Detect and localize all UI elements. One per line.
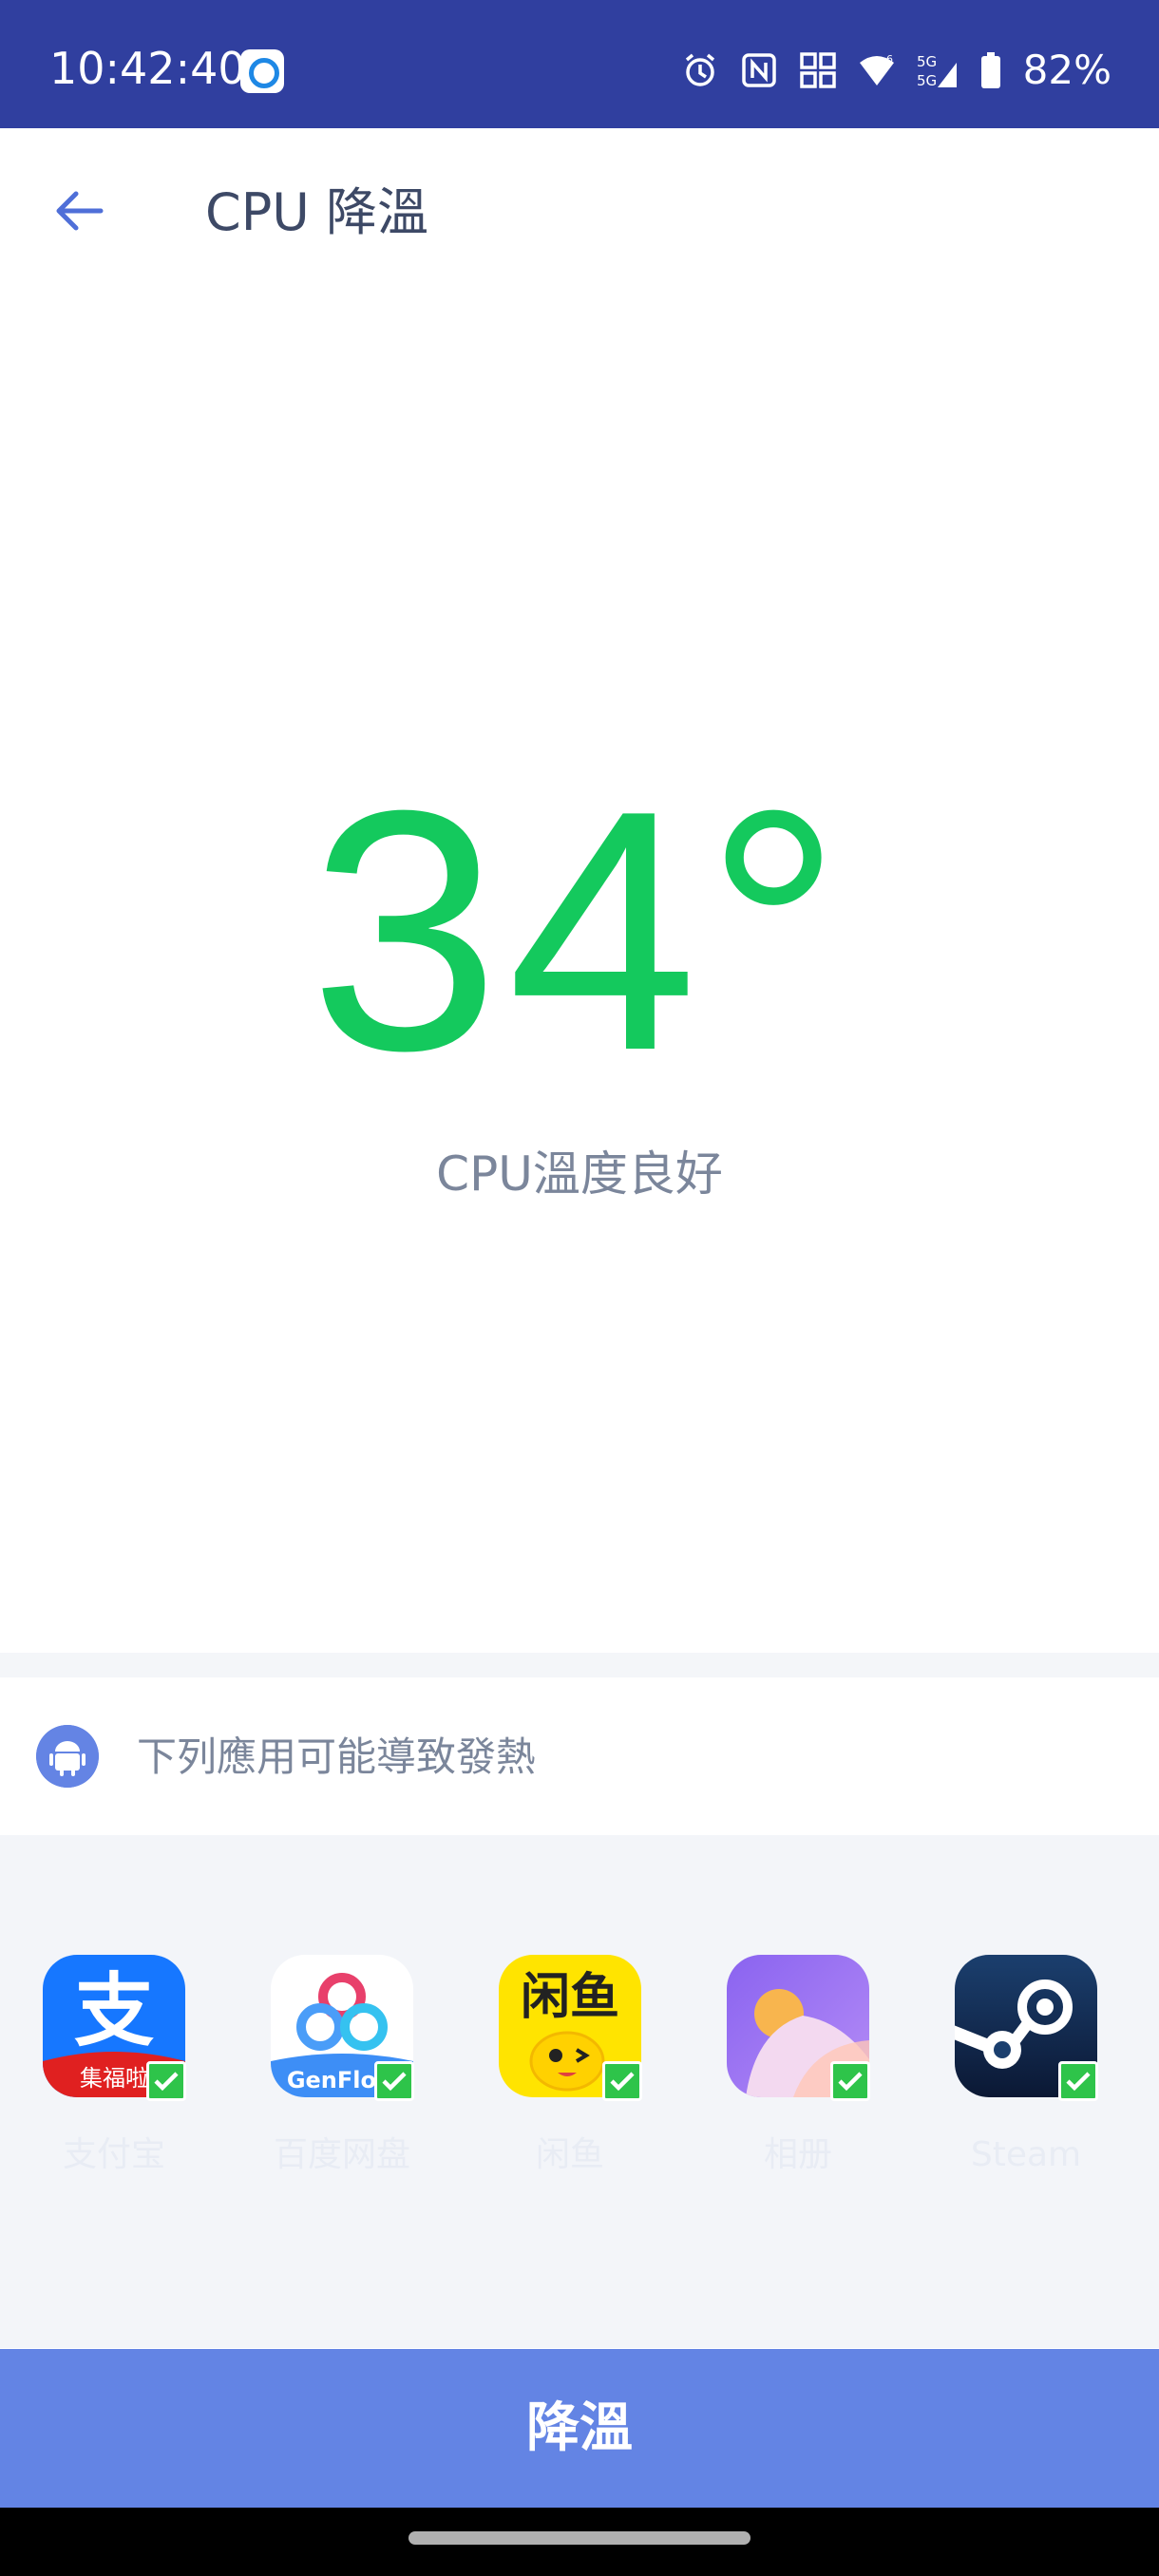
checkbox-checked-icon[interactable] (374, 2061, 414, 2101)
svg-text:5G: 5G (917, 72, 937, 89)
wifi-icon: 6 (859, 53, 894, 85)
checkbox-checked-icon[interactable] (602, 2061, 642, 2101)
qr-icon (799, 52, 836, 88)
checkbox-checked-icon[interactable] (1058, 2061, 1098, 2101)
status-time: 10:42:40 (49, 43, 246, 94)
android-icon (36, 1725, 99, 1788)
alipay-badge-text: 集福啦 (80, 2065, 148, 2092)
temperature-status: CPU溫度良好 (436, 1146, 723, 1202)
alarm-icon (685, 53, 714, 86)
app-label: 百度网盘 (273, 2135, 410, 2174)
app-label: 闲鱼 (535, 2135, 604, 2174)
checkbox-checked-icon[interactable] (146, 2061, 186, 2101)
notification-app-icon (240, 49, 284, 93)
checkbox-checked-icon[interactable] (830, 2061, 870, 2101)
signal-5g-icon: 5G 5G (917, 53, 957, 89)
section-divider (0, 1653, 1159, 1677)
svg-text:5G: 5G (917, 53, 937, 70)
svg-text:6: 6 (886, 53, 893, 66)
arrow-left-icon[interactable] (49, 180, 110, 241)
status-icons: 6 5G 5G 82% (681, 44, 1112, 97)
xianyu-badge-text: 闲鱼 (521, 1969, 619, 2026)
page-title: CPU 降溫 (205, 182, 428, 242)
app-label: 支付宝 (62, 2135, 165, 2174)
battery-icon (980, 52, 1000, 88)
heating-apps-title: 下列應用可能導致發熱 (137, 1733, 537, 1780)
app-item-xianyu[interactable]: 闲鱼 闲鱼 (484, 1955, 656, 2183)
app-item-album[interactable]: 相册 (712, 1955, 884, 2183)
nfc-icon (741, 53, 776, 87)
home-gesture-handle[interactable] (408, 2531, 750, 2545)
app-item-alipay[interactable]: 支 集福啦 支付宝 (28, 1955, 200, 2183)
app-item-steam[interactable]: Steam (940, 1955, 1112, 2183)
svg-text:支: 支 (74, 1964, 154, 2057)
cool-down-button[interactable]: 降溫 (0, 2349, 1159, 2508)
battery-percentage: 82% (1022, 47, 1112, 93)
status-bar: 10:42:40 6 5G 5G 82% (0, 0, 1159, 128)
app-label: Steam (970, 2135, 1082, 2174)
temperature-value: 34° (309, 740, 850, 1122)
app-item-baidu-netdisk[interactable]: GenFlow 百度网盘 (256, 1955, 428, 2183)
app-label: 相册 (763, 2135, 832, 2174)
